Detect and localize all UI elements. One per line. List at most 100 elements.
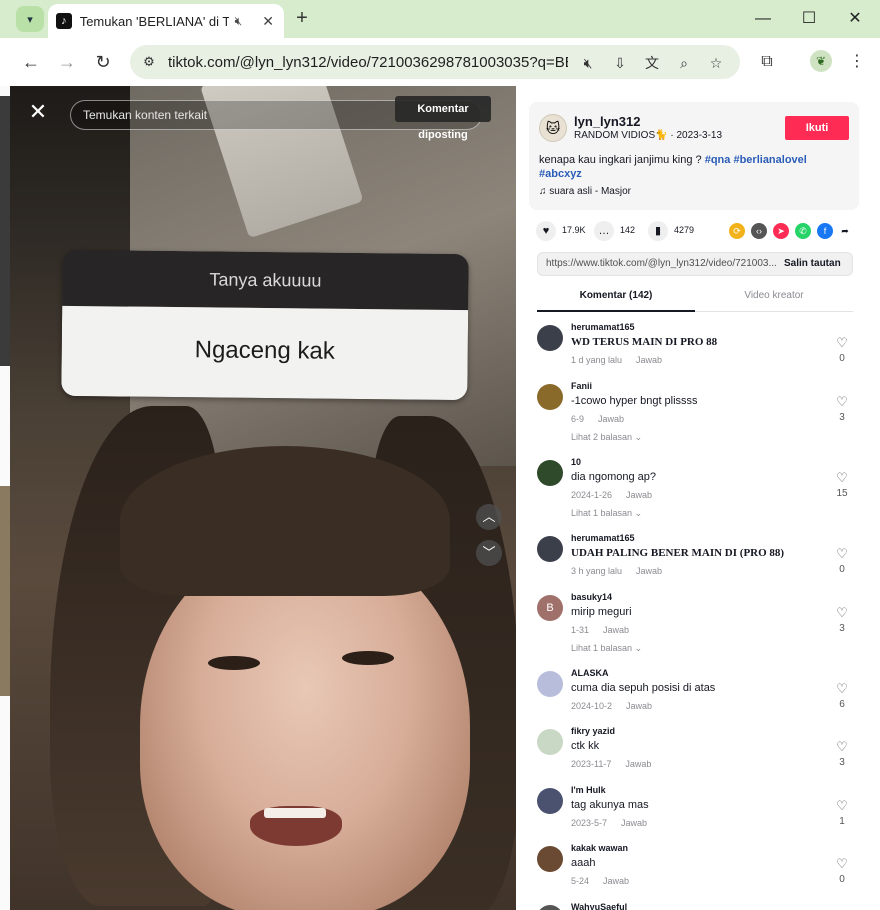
browser-tab[interactable]: ♪ Temukan 'BERLIANA' di TikT 🔇︎ ✕ [48,4,284,38]
comment-like-heart-icon[interactable]: ♡ [834,798,850,814]
share-arrow-icon[interactable]: ➦ [837,223,853,239]
commenter-username[interactable]: herumamat165 [571,533,635,543]
commenter-avatar[interactable] [537,846,563,872]
commenter-username[interactable]: 10 [571,457,581,467]
sound-muted-icon[interactable]: 🔇︎ [578,53,598,73]
commenter-avatar[interactable] [537,671,563,697]
embed-code-icon[interactable]: ‹› [751,223,767,239]
install-app-icon[interactable]: ⇩ [610,53,630,73]
minimize-button[interactable]: — [752,8,774,30]
comment-meta: 2023-11-7 Jawab [571,759,651,769]
comment-like-count: 3 [839,623,845,634]
comment-like-heart-icon[interactable]: ♡ [834,681,850,697]
comment-like-heart-icon[interactable]: ♡ [834,335,850,351]
previous-video-button[interactable]: ︿ [476,504,502,530]
comment-like-heart-icon[interactable]: ♡ [834,470,850,486]
url-text[interactable]: tiktok.com/@lyn_lyn312/video/72100362987… [168,54,568,71]
music-info[interactable]: ♫ suara asli - Masjor [539,186,631,197]
share-link-box: https://www.tiktok.com/@lyn_lyn312/video… [537,252,853,276]
comment-icon[interactable]: … [594,221,614,241]
comment-meta: 2024-1-26 Jawab [571,490,652,500]
reply-button[interactable]: Jawab [625,759,651,769]
commenter-username[interactable]: ALASKA [571,668,609,678]
commenter-avatar[interactable] [537,384,563,410]
follow-button[interactable]: Ikuti [785,116,849,140]
commenter-avatar[interactable]: B [537,595,563,621]
commenter-avatar[interactable] [537,729,563,755]
repost-icon[interactable]: ⟳ [729,223,745,239]
comment-like-heart-icon[interactable]: ♡ [834,856,850,872]
translate-icon[interactable]: 文 [642,53,662,73]
bookmark-icon[interactable]: ▮ [648,221,668,241]
view-replies-button[interactable]: Lihat 2 balasan ⌄ [571,432,642,443]
comment-like-heart-icon[interactable]: ♡ [834,605,850,621]
new-tab-button[interactable]: + [292,8,312,29]
zoom-icon[interactable]: ⌕ [674,53,694,73]
next-video-button[interactable]: ﹀ [476,540,502,566]
view-replies-button[interactable]: Lihat 1 balasan ⌄ [571,508,642,519]
commenter-username[interactable]: herumamat165 [571,322,635,332]
comment-like-count: 0 [839,874,845,885]
commenter-avatar[interactable] [537,788,563,814]
author-avatar[interactable]: 🐱 [539,114,567,142]
comment-meta: 2023-5-7 Jawab [571,818,647,828]
comment-meta: 3 h yang lalu Jawab [571,566,662,576]
hashtag-link[interactable]: #abcxyz [539,168,582,180]
commenter-username[interactable]: fikry yazid [571,726,615,736]
comment-like-count: 15 [836,488,848,499]
tab-comments[interactable]: Komentar (142) [537,290,695,301]
reply-button[interactable]: Jawab [626,701,652,711]
menu-kebab-icon[interactable]: ⋮ [846,51,868,73]
reply-button[interactable]: Jawab [626,490,652,500]
reply-button[interactable]: Jawab [603,625,629,635]
chevron-down-icon: ⌄ [632,643,643,653]
facebook-icon[interactable]: f [817,223,833,239]
comment-like-heart-icon[interactable]: ♡ [834,739,850,755]
comment-like-heart-icon[interactable]: ♡ [834,546,850,562]
commenter-username[interactable]: Fanii [571,381,592,391]
commenter-avatar[interactable] [537,325,563,351]
share-link-url[interactable]: https://www.tiktok.com/@lyn_lyn312/video… [546,258,776,269]
close-window-button[interactable]: ✕ [844,8,866,30]
reply-button[interactable]: Jawab [621,818,647,828]
commenter-avatar[interactable] [537,460,563,486]
forward-button[interactable]: → [56,51,78,73]
send-icon[interactable]: ➤ [773,223,789,239]
reload-button[interactable]: ↻ [92,51,114,73]
commenter-username[interactable]: basuky14 [571,592,612,602]
back-button[interactable]: ← [20,51,42,73]
tab-creator-videos[interactable]: Video kreator [695,290,853,301]
hashtag-link[interactable]: #berlianalovel [733,154,806,166]
commenter-avatar[interactable] [537,905,563,910]
bookmark-star-icon[interactable]: ☆ [706,53,726,73]
view-replies-button[interactable]: Lihat 1 balasan ⌄ [571,643,642,654]
commenter-username[interactable]: kakak wawan [571,843,628,853]
comment-meta: 6-9 Jawab [571,414,624,424]
comment-text: UDAH PALING BENER MAIN DI (PRO 88) [571,547,785,559]
extensions-icon[interactable]: ⧉ [756,51,778,73]
close-video-button[interactable]: ✕ [26,100,50,124]
hashtag-link[interactable]: #qna [705,154,731,166]
tab-close-button[interactable]: ✕ [260,13,276,30]
whatsapp-icon[interactable]: ✆ [795,223,811,239]
background-thumbnail [0,96,10,366]
reply-button[interactable]: Jawab [598,414,624,424]
reply-button[interactable]: Jawab [636,566,662,576]
address-bar[interactable]: ⚙ tiktok.com/@lyn_lyn312/video/721003629… [130,45,740,79]
reply-button[interactable]: Jawab [636,355,662,365]
profile-avatar[interactable]: ❦ [810,50,832,72]
tab-muted-icon[interactable]: 🔇︎ [235,14,251,29]
heart-icon[interactable]: ♥ [536,221,556,241]
site-info-icon[interactable]: ⚙ [138,51,160,73]
copy-link-button[interactable]: Salin tautan [784,258,841,269]
video-player[interactable]: ✕ Temukan konten terkait Komentar dipost… [10,86,516,910]
comment-like-heart-icon[interactable]: ♡ [834,394,850,410]
commenter-username[interactable]: WahyuSaeful [571,902,627,910]
comment-posted-tooltip: Komentar diposting [395,96,491,141]
maximize-button[interactable]: ☐ [798,8,820,30]
tab-search-button[interactable]: ▾ [16,6,44,32]
commenter-username[interactable]: I'm Hulk [571,785,606,795]
commenter-avatar[interactable] [537,536,563,562]
reply-button[interactable]: Jawab [603,876,629,886]
author-username[interactable]: lyn_lyn312 [574,114,641,129]
